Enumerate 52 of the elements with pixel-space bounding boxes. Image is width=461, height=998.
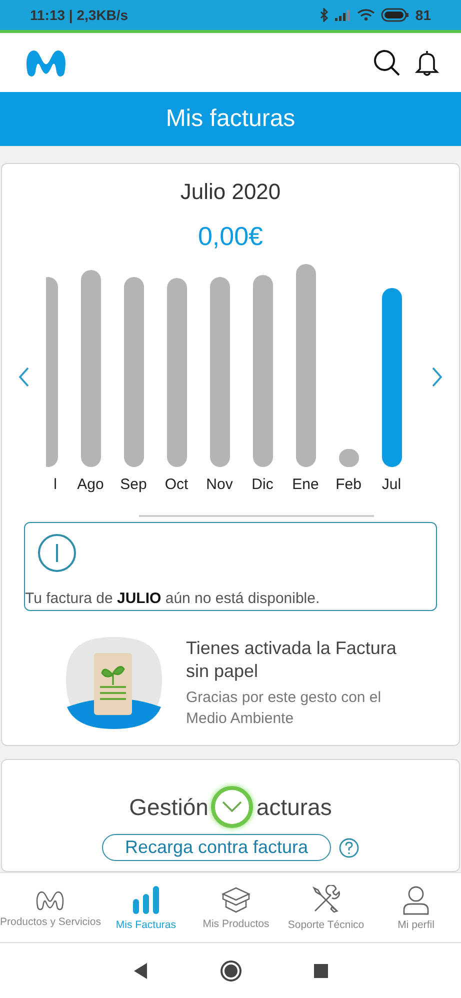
nav-tab[interactable]: Mis Facturas [100, 873, 191, 942]
month-bar[interactable] [382, 288, 402, 467]
chevron-left-icon [18, 366, 30, 386]
help-icon[interactable] [339, 838, 360, 858]
page-title: Mis facturas [0, 92, 461, 146]
bar-chart-icon [132, 884, 160, 914]
nav-tab[interactable]: Mi perfil [371, 873, 461, 942]
nav-tab[interactable]: Productos y Servicios [0, 873, 101, 942]
month-bar[interactable] [166, 278, 186, 467]
search-button[interactable] [373, 48, 401, 76]
home-icon[interactable] [220, 960, 242, 982]
month-label: Oct [164, 476, 188, 493]
month-label: Sep [120, 476, 147, 493]
month-label: Feb [336, 476, 362, 493]
expand-button[interactable] [211, 786, 254, 828]
month-label: l [54, 476, 57, 493]
month-label: Dic [252, 476, 274, 493]
month-label: Ago [77, 476, 104, 493]
signal-icon [335, 10, 352, 20]
month-bar[interactable] [210, 277, 230, 467]
battery-level: 81 [415, 7, 431, 23]
recharge-button[interactable]: Recarga contra factura [102, 834, 332, 861]
month-bar[interactable] [338, 449, 358, 467]
wifi-icon [357, 9, 376, 21]
tools-icon [311, 884, 341, 914]
month-label: Jul [382, 476, 402, 493]
chevron-right-icon [431, 366, 443, 386]
recents-icon[interactable] [314, 964, 328, 978]
section-title: acturas [256, 794, 332, 820]
paperless-title: Tienes activada la Factura sin papel [186, 637, 398, 683]
back-icon[interactable] [134, 962, 148, 978]
paperless-subtitle: Gracias por este gesto con el Medio Ambiente [186, 688, 382, 729]
info-icon [37, 533, 77, 573]
box-icon [220, 886, 251, 914]
battery-icon [381, 8, 410, 22]
notifications-button[interactable] [415, 48, 439, 76]
user-icon [402, 884, 430, 914]
month-bar[interactable] [80, 270, 100, 467]
bluetooth-icon [320, 8, 330, 22]
month-bar[interactable] [124, 277, 144, 467]
month-bar[interactable] [252, 275, 272, 467]
nav-tab[interactable]: Mis Productos [190, 873, 281, 942]
month-bar[interactable] [296, 264, 316, 467]
month-label: Ene [292, 476, 319, 493]
notice-text: Tu factura de JULIO aún no está disponible. [25, 590, 321, 607]
nav-tab[interactable]: Soporte Técnico [281, 873, 372, 942]
month-label: Nov [206, 476, 233, 493]
invoice-amount: 0,00€ [198, 221, 264, 252]
status-time: 11:13 | 2,3KB/s [30, 7, 128, 23]
section-title: Gestión [129, 794, 208, 820]
chevron-down-icon [222, 801, 242, 813]
invoice-period: Julio 2020 [180, 179, 281, 205]
